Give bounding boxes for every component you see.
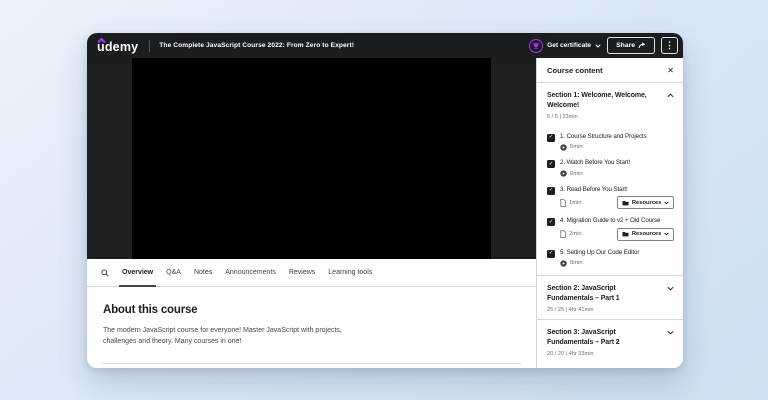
chevron-down-icon	[667, 330, 674, 335]
lecture-1-title: 1. Course Structure and Projects	[560, 132, 647, 140]
chevron-up-icon	[667, 93, 674, 98]
section-header-2[interactable]: Section 2: JavaScript Fundamentals – Par…	[537, 275, 683, 319]
play-circle-icon	[560, 170, 567, 177]
udemy-course-player-window: udemy The Complete JavaScript Course 202…	[87, 33, 683, 368]
close-icon[interactable]: ✕	[667, 66, 674, 75]
main-row: Overview Q&A Notes Announcements Reviews…	[87, 58, 683, 368]
lecture-4-title: 4. Migration Guide to v2 + Old Course	[560, 217, 661, 225]
resources-label: Resources	[631, 231, 662, 238]
document-icon	[560, 198, 566, 207]
tabs-bar: Overview Q&A Notes Announcements Reviews…	[87, 259, 536, 287]
lecture-3-duration: 1min	[569, 199, 582, 206]
udemy-logo[interactable]: udemy	[97, 37, 138, 54]
lecture-5-title: 5. Setting Up Our Code Editor	[560, 248, 640, 256]
lecture-5-duration: 8min	[570, 260, 583, 267]
share-button-label: Share	[616, 42, 635, 49]
lecture-3-title: 3. Read Before You Start!	[560, 185, 628, 193]
completed-checkbox[interactable]: ✓	[547, 218, 555, 227]
section-2-title: Section 2: JavaScript Fundamentals – Par…	[547, 285, 620, 303]
tab-announcements-label: Announcements	[225, 269, 276, 276]
lecture-4-duration: 2min	[569, 231, 582, 238]
completed-checkbox[interactable]: ✓	[547, 249, 555, 258]
share-arrow-icon	[638, 42, 646, 49]
chevron-down-icon	[664, 201, 669, 205]
tab-overview-label: Overview	[122, 269, 154, 276]
lecture-row-3[interactable]: ✓ 3. Read Before You Start! 1min Resourc…	[537, 182, 683, 214]
lecture-1-duration: 5min	[570, 144, 583, 151]
tab-reviews-label: Reviews	[288, 269, 316, 276]
course-title: The Complete JavaScript Course 2022: Fro…	[159, 42, 355, 49]
get-certificate-button[interactable]: Get certificate	[529, 38, 601, 53]
tab-reviews[interactable]: Reviews	[289, 259, 315, 286]
active-tab-underline	[119, 285, 157, 287]
completed-checkbox[interactable]: ✓	[547, 186, 555, 195]
course-content-title: Course content	[547, 66, 603, 75]
tab-qa[interactable]: Q&A	[166, 259, 181, 286]
header-divider	[149, 39, 151, 52]
about-description: The modern JavaScript course for everyon…	[103, 325, 520, 347]
section-2-meta: 25 / 25 | 4hr 41min	[547, 307, 594, 314]
search-button[interactable]	[101, 259, 109, 286]
main-column: Overview Q&A Notes Announcements Reviews…	[87, 58, 536, 368]
section-header-1[interactable]: Section 1: Welcome, Welcome, Welcome! 5 …	[537, 83, 683, 126]
lecture-row-1[interactable]: ✓ 1. Course Structure and Projects 5min	[537, 129, 683, 156]
section-1-title: Section 1: Welcome, Welcome, Welcome!	[547, 92, 647, 110]
lecture-2-duration: 6min	[570, 170, 583, 177]
tab-learning-tools[interactable]: Learning tools	[328, 259, 372, 286]
lecture-2-title: 2. Watch Before You Start!	[560, 159, 631, 167]
folder-icon	[622, 200, 629, 206]
chevron-down-icon	[664, 232, 669, 236]
section-header-3[interactable]: Section 3: JavaScript Fundamentals – Par…	[537, 319, 683, 363]
kebab-menu-icon: ⋮	[665, 40, 674, 50]
play-circle-icon	[560, 260, 567, 267]
content-divider	[102, 363, 521, 364]
resources-dropdown-button[interactable]: Resources	[617, 227, 674, 241]
section-3-meta: 20 / 20 | 4hr 33min	[547, 350, 594, 357]
video-player-container	[87, 58, 536, 259]
completed-checkbox[interactable]: ✓	[547, 133, 555, 142]
about-heading: About this course	[103, 304, 198, 316]
about-description-line2: challenges and theory. Many courses in o…	[103, 338, 242, 346]
chevron-down-icon	[595, 43, 601, 48]
trophy-icon	[529, 38, 544, 53]
folder-icon	[622, 231, 629, 237]
section-3-title: Section 3: JavaScript Fundamentals – Par…	[547, 329, 620, 347]
resources-label: Resources	[631, 199, 662, 206]
section-1-meta: 5 / 5 | 23min	[547, 113, 578, 120]
header-actions: Get certificate Share ⋮	[529, 37, 678, 54]
course-content-sidebar: Course content ✕ Section 1: Welcome, Wel…	[536, 58, 683, 368]
about-description-line1: The modern JavaScript course for everyon…	[103, 327, 342, 334]
tab-notes-label: Notes	[193, 269, 213, 276]
lecture-list: ✓ 1. Course Structure and Projects 5min …	[537, 126, 683, 276]
share-button[interactable]: Share	[607, 37, 655, 54]
tab-qa-label: Q&A	[166, 269, 181, 276]
lecture-row-4[interactable]: ✓ 4. Migration Guide to v2 + Old Course …	[537, 213, 683, 245]
completed-checkbox[interactable]: ✓	[547, 160, 555, 169]
course-content-header: Course content ✕	[537, 58, 683, 83]
tab-overview[interactable]: Overview	[119, 259, 157, 287]
tab-learning-tools-label: Learning tools	[328, 269, 373, 276]
play-circle-icon	[560, 144, 567, 151]
app-header: udemy The Complete JavaScript Course 202…	[87, 33, 683, 58]
get-certificate-label: Get certificate	[547, 42, 592, 49]
resources-dropdown-button[interactable]: Resources	[617, 196, 674, 210]
lecture-row-5[interactable]: ✓ 5. Setting Up Our Code Editor 8min	[537, 245, 683, 272]
tab-announcements[interactable]: Announcements	[225, 259, 276, 286]
document-icon	[560, 230, 566, 239]
kebab-menu-button[interactable]: ⋮	[661, 37, 678, 54]
about-section: About this course The modern JavaScript …	[87, 287, 536, 368]
video-screen[interactable]	[132, 58, 491, 259]
udemy-logo-caret-icon	[97, 37, 106, 43]
tab-notes[interactable]: Notes	[194, 259, 212, 286]
lecture-row-2[interactable]: ✓ 2. Watch Before You Start! 6min	[537, 155, 683, 182]
chevron-down-icon	[667, 286, 674, 291]
